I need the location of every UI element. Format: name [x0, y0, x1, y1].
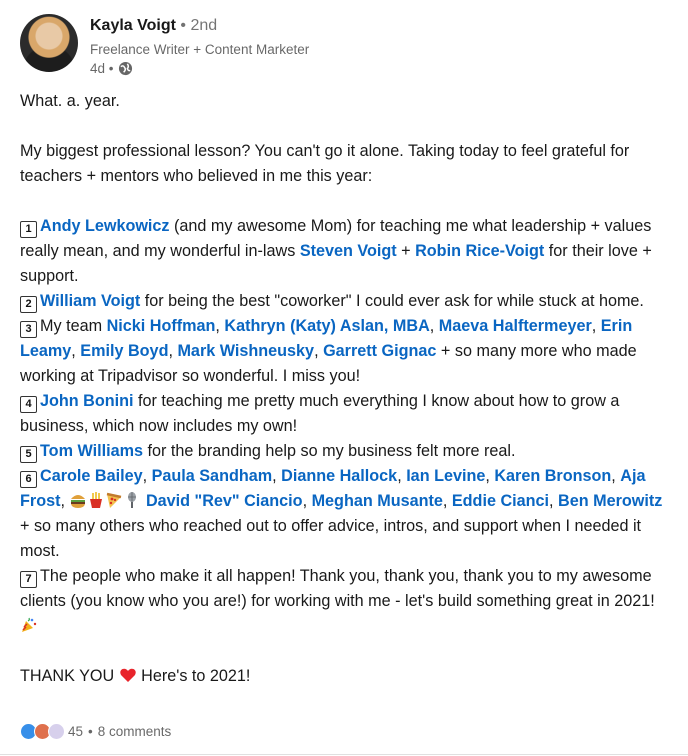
mention-link[interactable]: Steven Voigt — [300, 242, 397, 260]
comments-count-link[interactable]: 8 comments — [98, 724, 172, 739]
separator: , — [485, 467, 495, 485]
separator: • — [88, 724, 93, 739]
post-text: My team — [40, 317, 107, 335]
mention-link[interactable]: William Voigt — [40, 292, 140, 310]
list-item: 3 My team Nicki Hoffman, Kathryn (Katy) A… — [20, 314, 670, 389]
fries-emoji — [87, 491, 105, 509]
keycap-1-emoji: 1 — [20, 221, 37, 238]
mention-link[interactable]: Paula Sandham — [152, 467, 273, 485]
mention-link[interactable]: Eddie Cianci — [452, 492, 549, 510]
post-text: + so many others who reached out to offe… — [20, 517, 642, 560]
curious-icon — [48, 723, 65, 740]
author-name-line: Kayla Voigt • 2nd — [90, 17, 217, 35]
reactions-summary[interactable] — [20, 723, 65, 740]
keycap-5-emoji: 5 — [20, 446, 37, 463]
party-popper-emoji — [20, 616, 38, 634]
separator: , — [71, 342, 81, 360]
post-text: + — [396, 242, 416, 260]
mention-link[interactable]: Kathryn (Katy) Aslan, MBA — [224, 317, 429, 335]
list-item: 1 Andy Lewkowicz (and my awesome Mom) for… — [20, 214, 670, 289]
list-item: 2 William Voigt for being the best "cowor… — [20, 289, 670, 314]
keycap-2-emoji: 2 — [20, 296, 37, 313]
post-text: for being the best "coworker" I could ev… — [140, 292, 644, 310]
keycap-7-emoji: 7 — [20, 571, 37, 588]
mention-link[interactable]: Tom Williams — [40, 442, 143, 460]
divider — [0, 754, 688, 755]
separator: , — [60, 492, 70, 510]
reaction-count[interactable]: 45 — [68, 724, 83, 739]
closing-line: THANK YOU Here's to 2021! — [20, 664, 670, 689]
mention-link[interactable]: Maeva Halftermeyer — [439, 317, 592, 335]
globe-icon — [118, 61, 133, 76]
author-headline: Freelance Writer + Content Marketer — [90, 42, 310, 57]
microphone-emoji — [123, 491, 141, 509]
keycap-6-emoji: 6 — [20, 471, 37, 488]
separator: , — [611, 467, 621, 485]
mention-link[interactable]: Robin Rice-Voigt — [415, 242, 544, 260]
mention-link[interactable]: David "Rev" Ciancio — [146, 492, 303, 510]
post-time[interactable]: 4d • — [90, 61, 114, 76]
separator: , — [442, 492, 452, 510]
post-text: THANK YOU — [20, 667, 119, 685]
mention-link[interactable]: Andy Lewkowicz — [40, 217, 170, 235]
author-name[interactable]: Kayla Voigt — [90, 17, 176, 34]
separator: , — [302, 492, 312, 510]
red-heart-emoji — [119, 666, 137, 684]
separator: , — [429, 317, 439, 335]
mention-link[interactable]: Mark Wishneusky — [177, 342, 314, 360]
pizza-emoji — [105, 491, 123, 509]
feed-post: Kayla Voigt • 2nd Freelance Writer + Con… — [0, 0, 688, 756]
mention-link[interactable]: Nicki Hoffman — [107, 317, 216, 335]
list-item: 7 The people who make it all happen! Than… — [20, 564, 670, 639]
mention-link[interactable]: Carole Bailey — [40, 467, 143, 485]
mention-link[interactable]: Ben Merowitz — [558, 492, 662, 510]
separator: , — [549, 492, 559, 510]
separator: , — [314, 342, 324, 360]
mention-link[interactable]: Meghan Musante — [312, 492, 443, 510]
post-text: Here's to 2021! — [136, 667, 251, 685]
burger-emoji — [69, 491, 87, 509]
keycap-3-emoji: 3 — [20, 321, 37, 338]
author-avatar[interactable] — [20, 14, 78, 72]
list-item: 6 Carole Bailey, Paula Sandham, Dianne Ha… — [20, 464, 670, 564]
mention-link[interactable]: Karen Bronson — [494, 467, 611, 485]
separator: , — [272, 467, 282, 485]
connection-degree: • 2nd — [180, 17, 218, 34]
post-text: for the branding help so my business fel… — [143, 442, 516, 460]
keycap-4-emoji: 4 — [20, 396, 37, 413]
mention-link[interactable]: Garrett Gignac — [323, 342, 436, 360]
post-line: What. a. year. — [20, 92, 120, 110]
post-body: What. a. year. My biggest professional l… — [20, 89, 670, 689]
post-text: The people who make it all happen! Thank… — [20, 567, 655, 610]
separator: , — [397, 467, 407, 485]
separator: , — [591, 317, 601, 335]
social-counts: 45 • 8 comments — [20, 723, 171, 740]
post-meta: 4d • — [90, 61, 133, 76]
mention-link[interactable]: Dianne Hallock — [281, 467, 397, 485]
list-item: 4 John Bonini for teaching me pretty much… — [20, 389, 670, 439]
mention-link[interactable]: Emily Boyd — [80, 342, 168, 360]
post-line: My biggest professional lesson? You can'… — [20, 142, 630, 185]
mention-link[interactable]: Ian Levine — [406, 467, 485, 485]
list-item: 5 Tom Williams for the branding help so m… — [20, 439, 670, 464]
mention-link[interactable]: John Bonini — [40, 392, 134, 410]
separator: , — [142, 467, 152, 485]
